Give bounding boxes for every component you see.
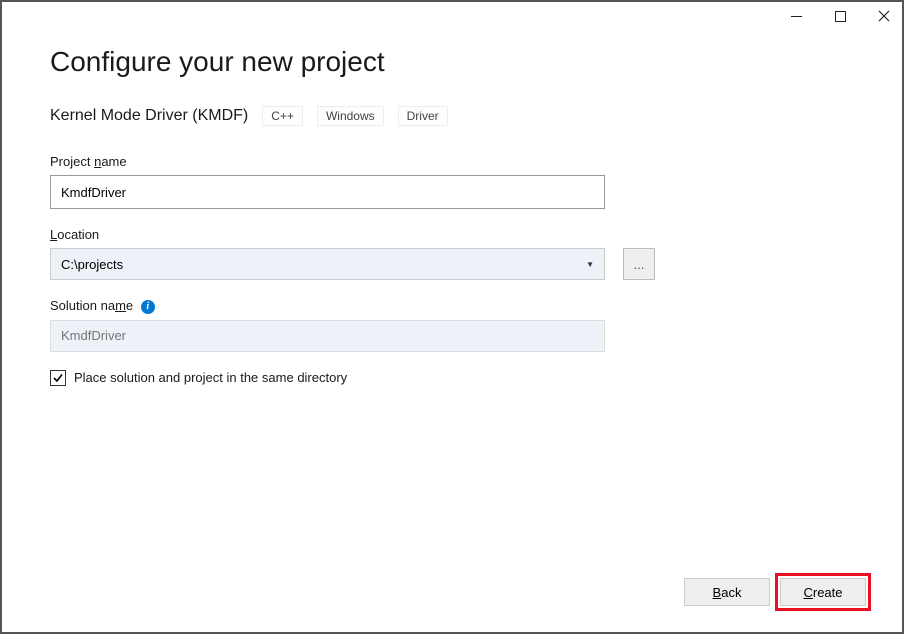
- template-name: Kernel Mode Driver (KMDF): [50, 107, 248, 125]
- project-name-label: Project name: [50, 154, 854, 169]
- same-directory-label: Place solution and project in the same d…: [74, 370, 347, 385]
- location-label: Location: [50, 227, 854, 242]
- location-value: C:\projects: [61, 257, 123, 272]
- back-button[interactable]: Back: [684, 578, 770, 606]
- template-tag: Driver: [398, 106, 448, 126]
- chevron-down-icon: ▼: [586, 260, 594, 269]
- close-button[interactable]: [874, 6, 894, 26]
- solution-name-input: [50, 320, 605, 352]
- create-button[interactable]: Create: [780, 578, 866, 606]
- template-tag: Windows: [317, 106, 384, 126]
- template-tag: C++: [262, 106, 303, 126]
- page-title: Configure your new project: [50, 46, 854, 78]
- maximize-button[interactable]: [830, 6, 850, 26]
- template-info: Kernel Mode Driver (KMDF) C++ Windows Dr…: [50, 106, 854, 126]
- same-directory-checkbox[interactable]: [50, 370, 66, 386]
- location-combo[interactable]: C:\projects ▼: [50, 248, 605, 280]
- project-name-input[interactable]: [50, 175, 605, 209]
- browse-button[interactable]: ...: [623, 248, 655, 280]
- info-icon[interactable]: i: [141, 300, 155, 314]
- minimize-button[interactable]: [786, 6, 806, 26]
- solution-name-label: Solution name i: [50, 298, 854, 314]
